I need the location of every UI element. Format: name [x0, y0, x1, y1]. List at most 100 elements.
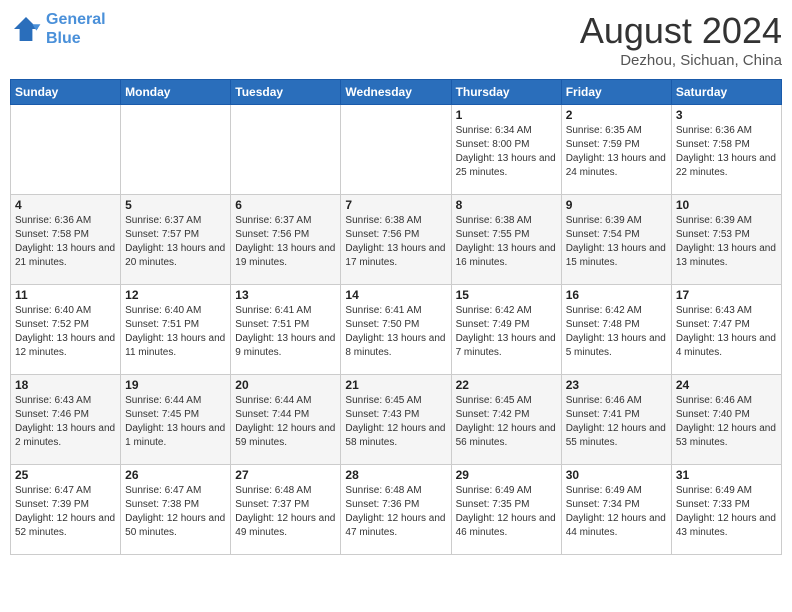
logo-text: General Blue: [46, 10, 106, 48]
day-number: 11: [15, 288, 116, 302]
day-number: 15: [456, 288, 557, 302]
calendar-header: SundayMondayTuesdayWednesdayThursdayFrid…: [11, 80, 782, 105]
week-row-1: 1Sunrise: 6:34 AM Sunset: 8:00 PM Daylig…: [11, 105, 782, 195]
calendar-cell: 11 Sunrise: 6:40 AM Sunset: 7:52 PM Dayli…: [11, 285, 121, 375]
day-number: 23: [566, 378, 667, 392]
day-number: 13: [235, 288, 336, 302]
calendar-cell: 28 Sunrise: 6:48 AM Sunset: 7:36 PM Dayli…: [341, 465, 451, 555]
day-number: 25: [15, 468, 116, 482]
day-info: Sunrise: 6:44 AM Sunset: 7:44 PM Dayligh…: [235, 394, 336, 450]
day-number: 28: [345, 468, 446, 482]
calendar-cell: [341, 105, 451, 195]
page-header: General Blue August 2024 Dezhou, Sichuan…: [10, 10, 782, 69]
day-number: 9: [566, 198, 667, 212]
calendar-cell: [231, 105, 341, 195]
calendar-cell: 21Sunrise: 6:45 AM Sunset: 7:43 PM Dayli…: [341, 375, 451, 465]
calendar-cell: 8 Sunrise: 6:38 AM Sunset: 7:55 PM Daylig…: [451, 195, 561, 285]
day-info: Sunrise: 6:38 AM Sunset: 7:55 PM Dayligh…: [456, 214, 557, 270]
day-number: 26: [125, 468, 226, 482]
day-info: Sunrise: 6:34 AM Sunset: 8:00 PM Dayligh…: [456, 124, 557, 180]
calendar-body: 1Sunrise: 6:34 AM Sunset: 8:00 PM Daylig…: [11, 105, 782, 555]
day-number: 14: [345, 288, 446, 302]
day-info: Sunrise: 6:45 AM Sunset: 7:42 PM Dayligh…: [456, 394, 557, 450]
week-row-3: 11 Sunrise: 6:40 AM Sunset: 7:52 PM Dayli…: [11, 285, 782, 375]
week-row-4: 18 Sunrise: 6:43 AM Sunset: 7:46 PM Dayli…: [11, 375, 782, 465]
logo: General Blue: [10, 10, 106, 48]
calendar-cell: 26 Sunrise: 6:47 AM Sunset: 7:38 PM Dayli…: [121, 465, 231, 555]
day-number: 10: [676, 198, 777, 212]
day-info: Sunrise: 6:47 AM Sunset: 7:38 PM Dayligh…: [125, 484, 226, 540]
day-header-monday: Monday: [121, 80, 231, 105]
day-number: 27: [235, 468, 336, 482]
day-info: Sunrise: 6:39 AM Sunset: 7:54 PM Dayligh…: [566, 214, 667, 270]
day-number: 8: [456, 198, 557, 212]
calendar-cell: 19 Sunrise: 6:44 AM Sunset: 7:45 PM Dayli…: [121, 375, 231, 465]
day-info: Sunrise: 6:36 AM Sunset: 7:58 PM Dayligh…: [676, 124, 777, 180]
calendar-cell: 31Sunrise: 6:49 AM Sunset: 7:33 PM Dayli…: [671, 465, 781, 555]
day-info: Sunrise: 6:40 AM Sunset: 7:52 PM Dayligh…: [15, 304, 116, 360]
calendar-cell: 24 Sunrise: 6:46 AM Sunset: 7:40 PM Dayli…: [671, 375, 781, 465]
calendar-cell: 10 Sunrise: 6:39 AM Sunset: 7:53 PM Dayli…: [671, 195, 781, 285]
calendar-cell: [11, 105, 121, 195]
day-number: 2: [566, 108, 667, 122]
location: Dezhou, Sichuan, China: [580, 52, 782, 69]
day-number: 24: [676, 378, 777, 392]
day-number: 16: [566, 288, 667, 302]
day-info: Sunrise: 6:39 AM Sunset: 7:53 PM Dayligh…: [676, 214, 777, 270]
day-number: 7: [345, 198, 446, 212]
calendar-cell: 6Sunrise: 6:37 AM Sunset: 7:56 PM Daylig…: [231, 195, 341, 285]
day-info: Sunrise: 6:45 AM Sunset: 7:43 PM Dayligh…: [345, 394, 446, 450]
calendar-cell: 30Sunrise: 6:49 AM Sunset: 7:34 PM Dayli…: [561, 465, 671, 555]
day-info: Sunrise: 6:42 AM Sunset: 7:48 PM Dayligh…: [566, 304, 667, 360]
logo-line2: Blue: [46, 30, 81, 47]
calendar-cell: 14 Sunrise: 6:41 AM Sunset: 7:50 PM Dayli…: [341, 285, 451, 375]
day-info: Sunrise: 6:35 AM Sunset: 7:59 PM Dayligh…: [566, 124, 667, 180]
day-number: 18: [15, 378, 116, 392]
calendar-table: SundayMondayTuesdayWednesdayThursdayFrid…: [10, 79, 782, 555]
day-header-friday: Friday: [561, 80, 671, 105]
day-header-tuesday: Tuesday: [231, 80, 341, 105]
calendar-cell: 22 Sunrise: 6:45 AM Sunset: 7:42 PM Dayli…: [451, 375, 561, 465]
day-info: Sunrise: 6:47 AM Sunset: 7:39 PM Dayligh…: [15, 484, 116, 540]
day-info: Sunrise: 6:44 AM Sunset: 7:45 PM Dayligh…: [125, 394, 226, 450]
day-info: Sunrise: 6:36 AM Sunset: 7:58 PM Dayligh…: [15, 214, 116, 270]
calendar-cell: 18 Sunrise: 6:43 AM Sunset: 7:46 PM Dayli…: [11, 375, 121, 465]
day-number: 19: [125, 378, 226, 392]
week-row-5: 25 Sunrise: 6:47 AM Sunset: 7:39 PM Dayli…: [11, 465, 782, 555]
calendar-cell: 17 Sunrise: 6:43 AM Sunset: 7:47 PM Dayli…: [671, 285, 781, 375]
month-title: August 2024: [580, 10, 782, 52]
day-number: 29: [456, 468, 557, 482]
day-header-saturday: Saturday: [671, 80, 781, 105]
day-info: Sunrise: 6:46 AM Sunset: 7:40 PM Dayligh…: [676, 394, 777, 450]
day-header-wednesday: Wednesday: [341, 80, 451, 105]
day-number: 17: [676, 288, 777, 302]
calendar-cell: 13Sunrise: 6:41 AM Sunset: 7:51 PM Dayli…: [231, 285, 341, 375]
day-info: Sunrise: 6:41 AM Sunset: 7:50 PM Dayligh…: [345, 304, 446, 360]
calendar-cell: 3Sunrise: 6:36 AM Sunset: 7:58 PM Daylig…: [671, 105, 781, 195]
day-info: Sunrise: 6:46 AM Sunset: 7:41 PM Dayligh…: [566, 394, 667, 450]
calendar-cell: 15 Sunrise: 6:42 AM Sunset: 7:49 PM Dayli…: [451, 285, 561, 375]
calendar-cell: 12Sunrise: 6:40 AM Sunset: 7:51 PM Dayli…: [121, 285, 231, 375]
calendar-cell: 9 Sunrise: 6:39 AM Sunset: 7:54 PM Daylig…: [561, 195, 671, 285]
logo-icon: [10, 13, 42, 45]
day-info: Sunrise: 6:40 AM Sunset: 7:51 PM Dayligh…: [125, 304, 226, 360]
calendar-cell: 25 Sunrise: 6:47 AM Sunset: 7:39 PM Dayli…: [11, 465, 121, 555]
day-number: 22: [456, 378, 557, 392]
day-info: Sunrise: 6:43 AM Sunset: 7:46 PM Dayligh…: [15, 394, 116, 450]
day-number: 20: [235, 378, 336, 392]
day-number: 30: [566, 468, 667, 482]
day-number: 4: [15, 198, 116, 212]
day-info: Sunrise: 6:38 AM Sunset: 7:56 PM Dayligh…: [345, 214, 446, 270]
day-info: Sunrise: 6:42 AM Sunset: 7:49 PM Dayligh…: [456, 304, 557, 360]
logo-line1: General: [46, 11, 106, 28]
week-row-2: 4 Sunrise: 6:36 AM Sunset: 7:58 PM Daylig…: [11, 195, 782, 285]
calendar-cell: [121, 105, 231, 195]
day-info: Sunrise: 6:48 AM Sunset: 7:37 PM Dayligh…: [235, 484, 336, 540]
calendar-cell: 5Sunrise: 6:37 AM Sunset: 7:57 PM Daylig…: [121, 195, 231, 285]
day-info: Sunrise: 6:37 AM Sunset: 7:56 PM Dayligh…: [235, 214, 336, 270]
day-info: Sunrise: 6:48 AM Sunset: 7:36 PM Dayligh…: [345, 484, 446, 540]
day-info: Sunrise: 6:43 AM Sunset: 7:47 PM Dayligh…: [676, 304, 777, 360]
day-number: 31: [676, 468, 777, 482]
calendar-cell: 16 Sunrise: 6:42 AM Sunset: 7:48 PM Dayli…: [561, 285, 671, 375]
day-header-sunday: Sunday: [11, 80, 121, 105]
